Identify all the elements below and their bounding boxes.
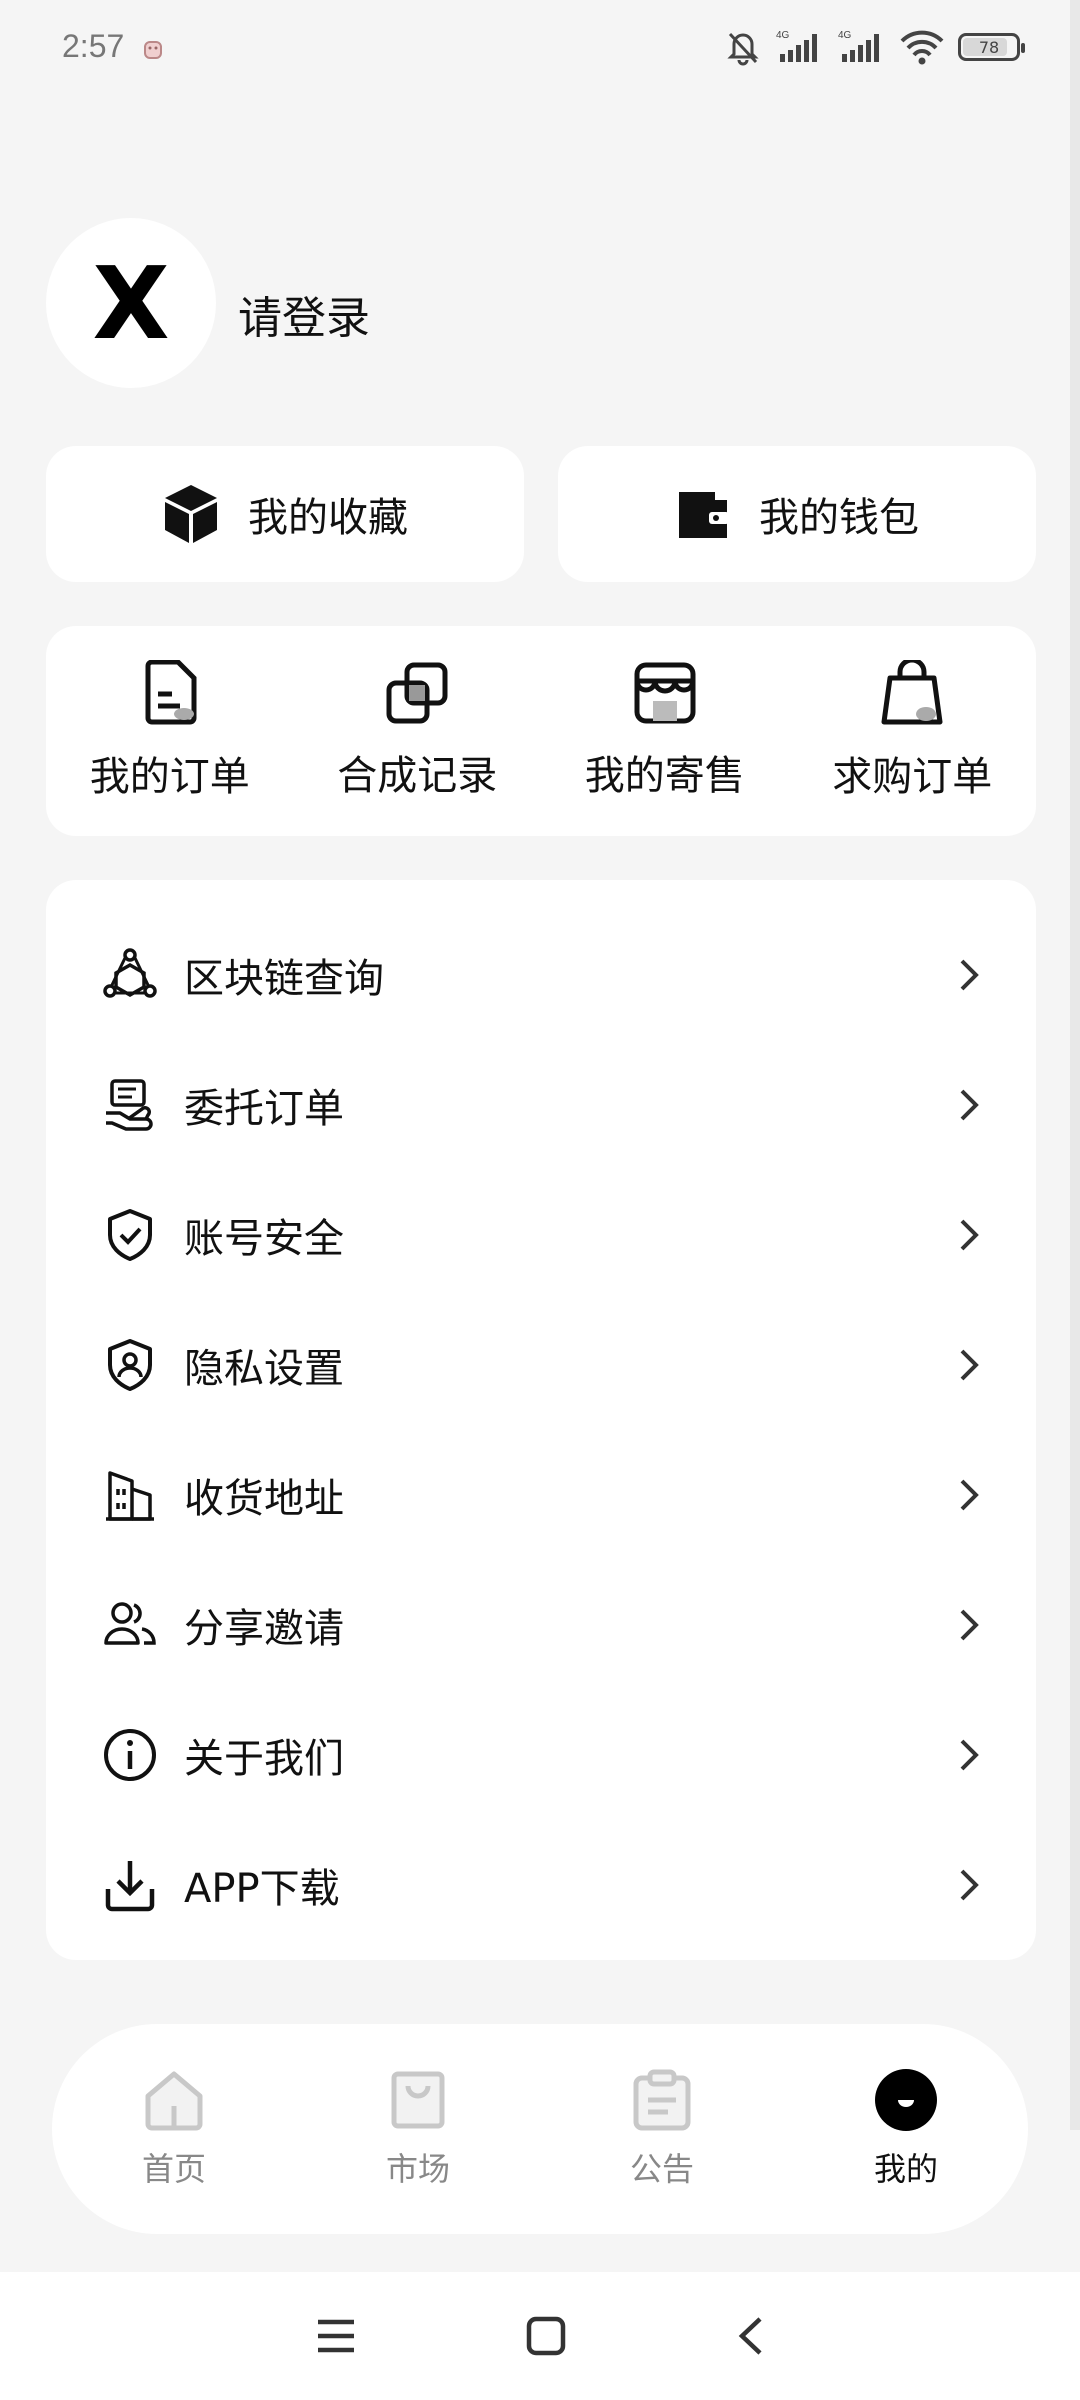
- notice-icon: [633, 2069, 691, 2131]
- orders-panel: 我的订单 合成记录 我的寄售 求购订单: [46, 626, 1036, 836]
- tab-label: 公告: [629, 2150, 694, 2188]
- my-orders-label: 我的订单: [89, 754, 250, 800]
- menu-label: 收货地址: [184, 1476, 344, 1522]
- menu-label: 区块链查询: [184, 956, 384, 1002]
- privacy-shield-icon: [108, 1339, 152, 1391]
- my-consignment-button[interactable]: 我的寄售: [541, 626, 789, 836]
- battery-icon: 78: [958, 33, 1025, 61]
- menu-label: 关于我们: [184, 1736, 344, 1782]
- chevron-right-icon: [960, 1479, 979, 1511]
- menu-item-account-security[interactable]: 账号安全: [46, 1170, 1036, 1300]
- login-link[interactable]: 请登录: [238, 282, 370, 346]
- my-orders-button[interactable]: 我的订单: [46, 626, 294, 836]
- building-icon: [106, 1471, 154, 1521]
- chevron-right-icon: [960, 1609, 979, 1641]
- tab-label: 首页: [141, 2150, 206, 2188]
- shopping-bag-icon: [881, 660, 943, 725]
- favorites-label: 我的收藏: [248, 495, 408, 541]
- bottom-nav: 首页 市场 公告 我的: [52, 2024, 1028, 2234]
- menu-item-blockchain-query[interactable]: 区块链查询: [46, 910, 1036, 1040]
- system-nav-bar: [0, 2272, 1080, 2400]
- download-icon: [105, 1861, 155, 1912]
- chevron-right-icon: [960, 1349, 979, 1381]
- chevron-right-icon: [960, 1869, 979, 1901]
- synthesis-records-button[interactable]: 合成记录: [294, 626, 542, 836]
- signal-4g-icon-1: 4G: [776, 30, 817, 62]
- avatar[interactable]: X: [46, 218, 216, 388]
- tab-announcement[interactable]: 公告: [540, 2024, 784, 2234]
- menu-item-privacy-settings[interactable]: 隐私设置: [46, 1300, 1036, 1430]
- tab-market[interactable]: 市场: [296, 2024, 540, 2234]
- blockchain-icon: [103, 948, 157, 998]
- store-icon: [634, 662, 696, 724]
- wallet-icon: [679, 492, 729, 538]
- menu-label: APP下载: [184, 1866, 340, 1912]
- menu-item-entrusted-orders[interactable]: 委托订单: [46, 1040, 1036, 1170]
- notification-icon: [144, 41, 162, 59]
- status-icons: 4G 4G 78: [724, 28, 1025, 66]
- x-logo-icon: X: [92, 258, 169, 348]
- back-icon[interactable]: [736, 2316, 764, 2356]
- chevron-right-icon: [960, 1089, 979, 1121]
- menu-icon[interactable]: [316, 2318, 356, 2354]
- overlap-squares-icon: [386, 662, 448, 724]
- tab-home[interactable]: 首页: [52, 2024, 296, 2234]
- favorites-button[interactable]: 我的收藏: [46, 446, 524, 582]
- wallet-button[interactable]: 我的钱包: [558, 446, 1036, 582]
- menu-label: 账号安全: [184, 1216, 344, 1262]
- users-icon: [104, 1602, 156, 1645]
- settings-menu: 区块链查询 委托订单 账号安全 隐私设置 收货地址 分享邀请 关于我们 APP下…: [46, 880, 1036, 1960]
- signal-4g-icon-2: 4G: [838, 30, 879, 62]
- my-consignment-label: 我的寄售: [584, 753, 745, 799]
- shield-check-icon: [108, 1209, 152, 1261]
- menu-item-shipping-address[interactable]: 收货地址: [46, 1430, 1036, 1560]
- tab-label: 我的: [873, 2150, 938, 2188]
- chevron-right-icon: [960, 1739, 979, 1771]
- home-icon: [145, 2071, 203, 2131]
- document-icon: [145, 660, 197, 725]
- purchase-orders-label: 求购订单: [832, 754, 993, 800]
- network-type-2: 4G: [838, 30, 852, 41]
- wallet-label: 我的钱包: [759, 495, 919, 541]
- tab-label: 市场: [385, 2150, 450, 2188]
- menu-label: 委托订单: [184, 1086, 344, 1132]
- hand-bill-icon: [106, 1079, 153, 1131]
- chevron-right-icon: [960, 959, 979, 991]
- synthesis-records-label: 合成记录: [337, 753, 498, 799]
- menu-label: 隐私设置: [184, 1346, 344, 1392]
- mute-bell-icon: [727, 32, 759, 66]
- menu-label: 分享邀请: [184, 1606, 344, 1652]
- tab-mine[interactable]: 我的: [784, 2024, 1028, 2234]
- svg-text:X: X: [92, 258, 169, 348]
- bag-icon: [391, 2071, 445, 2129]
- menu-item-about-us[interactable]: 关于我们: [46, 1690, 1036, 1820]
- cube-icon: [165, 485, 217, 543]
- info-icon: [104, 1729, 156, 1781]
- home-square-icon[interactable]: [526, 2316, 566, 2356]
- profile-icon: [875, 2069, 937, 2131]
- scrollbar[interactable]: [1070, 0, 1080, 2130]
- menu-item-share-invite[interactable]: 分享邀请: [46, 1560, 1036, 1690]
- wifi-icon: [900, 30, 944, 65]
- network-type-1: 4G: [776, 30, 790, 41]
- battery-level: 78: [978, 37, 1000, 57]
- menu-item-app-download[interactable]: APP下载: [46, 1820, 1036, 1950]
- chevron-right-icon: [960, 1219, 979, 1251]
- status-time: 2:57: [62, 28, 125, 64]
- purchase-orders-button[interactable]: 求购订单: [789, 626, 1037, 836]
